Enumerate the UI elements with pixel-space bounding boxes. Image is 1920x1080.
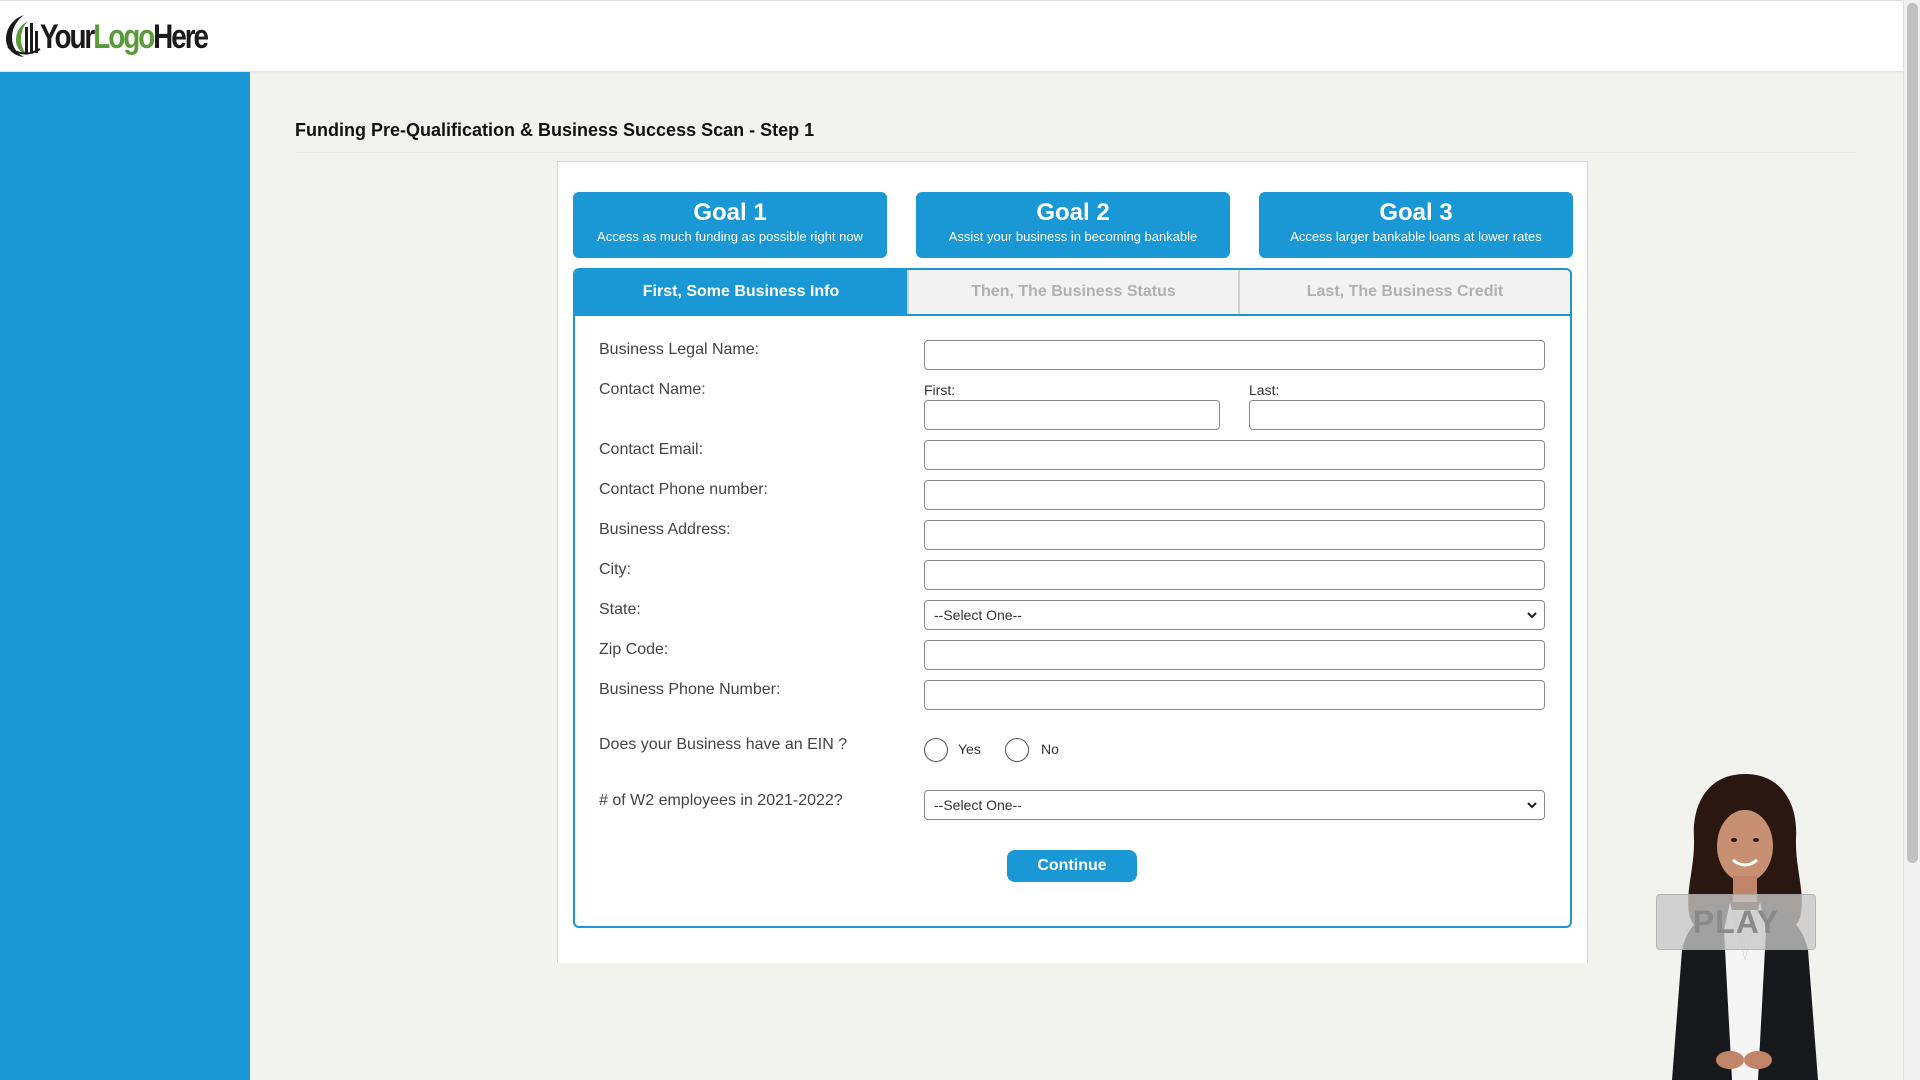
contact-email-input[interactable] (924, 440, 1545, 470)
business-phone-input[interactable] (924, 680, 1545, 710)
zip-code-input[interactable] (924, 640, 1545, 670)
goal-1-card: Goal 1 Access as much funding as possibl… (573, 192, 887, 258)
logo-wordmark: YourLogoHere (40, 17, 209, 56)
play-button[interactable]: PLAY (1656, 894, 1816, 950)
state-selected-value: --Select One-- (934, 607, 1022, 623)
page-scrollbar[interactable] (1903, 0, 1920, 1080)
business-address-label: Business Address: (599, 521, 731, 538)
tab-business-info[interactable]: First, Some Business Info (575, 270, 907, 314)
tab-business-status[interactable]: Then, The Business Status (907, 270, 1238, 314)
contact-email-label: Contact Email: (599, 441, 704, 458)
goal-2-card: Goal 2 Assist your business in becoming … (916, 192, 1230, 258)
continue-button[interactable]: Continue (1007, 850, 1137, 882)
ein-no-label: No (1041, 741, 1059, 757)
building-swoosh-icon (4, 11, 42, 64)
business-legal-name-input[interactable] (924, 340, 1545, 370)
business-phone-label: Business Phone Number: (599, 681, 781, 698)
city-label: City: (599, 561, 631, 578)
goal-title: Goal 1 (693, 199, 767, 226)
zip-code-label: Zip Code: (599, 641, 669, 658)
ein-yes-label: Yes (958, 741, 981, 757)
header: YourLogoHere (0, 0, 1903, 72)
contact-phone-input[interactable] (924, 480, 1545, 510)
tab-business-credit[interactable]: Last, The Business Credit (1238, 270, 1570, 314)
tab-bar: First, Some Business Info Then, The Busi… (575, 270, 1570, 316)
first-name-input[interactable] (924, 400, 1220, 430)
business-address-input[interactable] (924, 520, 1545, 550)
contact-name-label: Contact Name: (599, 381, 706, 398)
last-name-input[interactable] (1249, 400, 1545, 430)
w2-employees-label: # of W2 employees in 2021-2022? (599, 792, 843, 809)
state-label: State: (599, 601, 641, 618)
ein-question-label: Does your Business have an EIN ? (599, 736, 848, 753)
goal-subtitle: Access as much funding as possible right… (597, 229, 863, 244)
page-title: Funding Pre-Qualification & Business Suc… (295, 120, 815, 140)
logo[interactable]: YourLogoHere (4, 13, 244, 61)
business-legal-name-label: Business Legal Name: (599, 341, 760, 358)
chevron-down-icon (1527, 802, 1537, 809)
title-divider (295, 152, 1855, 153)
ein-yes-radio[interactable] (924, 738, 948, 762)
scrollbar-thumb[interactable] (1907, 3, 1918, 863)
w2-selected-value: --Select One-- (934, 797, 1022, 813)
goal-title: Goal 3 (1379, 199, 1453, 226)
ein-no-radio[interactable] (1005, 738, 1029, 762)
w2-employees-select[interactable]: --Select One-- (924, 790, 1545, 820)
city-input[interactable] (924, 560, 1545, 590)
goal-3-card: Goal 3 Access larger bankable loans at l… (1259, 192, 1573, 258)
chevron-down-icon (1527, 612, 1537, 619)
state-select[interactable]: --Select One-- (924, 600, 1545, 630)
goal-subtitle: Access larger bankable loans at lower ra… (1290, 229, 1542, 244)
contact-phone-label: Contact Phone number: (599, 481, 768, 498)
sidebar (0, 72, 250, 1080)
last-name-label: Last: (1249, 382, 1280, 398)
goal-subtitle: Assist your business in becoming bankabl… (948, 229, 1198, 244)
goal-title: Goal 2 (1036, 199, 1110, 226)
first-name-label: First: (924, 382, 956, 398)
